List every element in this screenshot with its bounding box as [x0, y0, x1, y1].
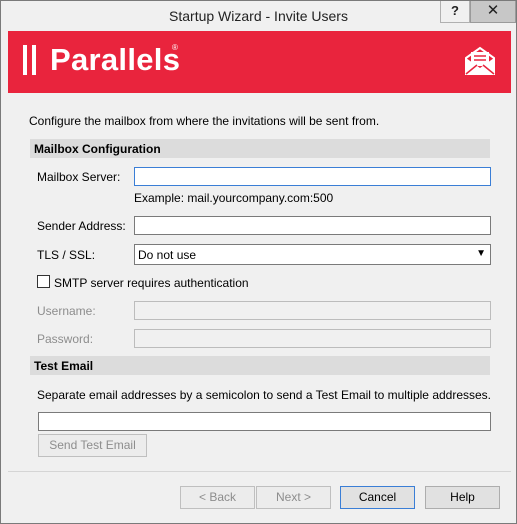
tls-ssl-value: Do not use [138, 248, 197, 262]
tls-ssl-select[interactable]: Do not use ▼ [134, 244, 491, 265]
send-test-email-button[interactable]: Send Test Email [38, 434, 147, 457]
logo-registered-mark: ® [172, 43, 178, 52]
footer-divider [8, 471, 511, 472]
username-label: Username: [37, 304, 96, 318]
mailbox-server-hint: Example: mail.yourcompany.com:500 [134, 191, 334, 205]
intro-text: Configure the mailbox from where the inv… [29, 114, 380, 128]
password-label: Password: [37, 332, 94, 346]
next-button[interactable]: Next > [256, 486, 331, 509]
chevron-down-icon: ▼ [476, 248, 486, 259]
logo-text: Parallels [50, 42, 181, 77]
smtp-auth-checkbox[interactable] [37, 275, 50, 288]
title-help-button[interactable]: ? [440, 1, 470, 23]
brand-banner: Parallels ® [8, 31, 511, 93]
test-email-input[interactable] [38, 412, 491, 431]
sender-address-input[interactable] [134, 216, 491, 235]
envelope-icon [465, 46, 495, 75]
test-email-description: Separate email addresses by a semicolon … [37, 388, 492, 402]
back-button[interactable]: < Back [180, 486, 255, 509]
wizard-content: Configure the mailbox from where the inv… [8, 93, 511, 471]
test-email-section-header: Test Email [30, 356, 490, 375]
help-button[interactable]: Help [425, 486, 500, 509]
mailbox-server-label: Mailbox Server: [37, 170, 121, 184]
password-input[interactable] [134, 329, 491, 348]
mailbox-section-header: Mailbox Configuration [30, 139, 490, 158]
sender-address-label: Sender Address: [37, 219, 126, 233]
smtp-auth-label[interactable]: SMTP server requires authentication [54, 276, 249, 290]
window-title: Startup Wizard - Invite Users [169, 8, 348, 24]
cancel-button[interactable]: Cancel [340, 486, 415, 509]
username-input[interactable] [134, 301, 491, 320]
close-icon: ✕ [486, 2, 500, 19]
close-button[interactable]: ✕ [470, 1, 516, 23]
title-bar: Startup Wizard - Invite Users ? ✕ [1, 1, 516, 31]
mailbox-server-input[interactable] [134, 167, 491, 186]
tls-ssl-label: TLS / SSL: [37, 248, 96, 262]
wizard-window: Startup Wizard - Invite Users ? ✕ Parall… [0, 0, 517, 524]
